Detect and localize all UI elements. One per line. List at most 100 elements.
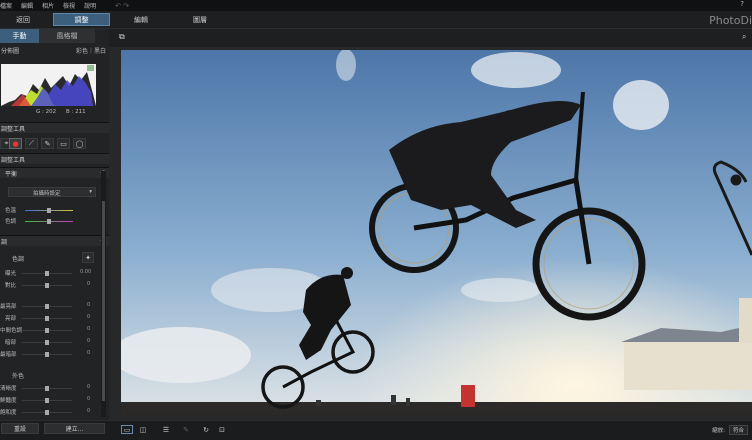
spot-tool-icon[interactable]: ✎ <box>41 138 54 149</box>
clipping-indicator-icon <box>87 65 94 71</box>
zoom-label: 縮放: <box>712 428 725 434</box>
vibrance-slider[interactable] <box>22 398 72 403</box>
vibrance-label: 鮮豔度 <box>0 398 17 404</box>
clarity-value[interactable]: 0 <box>87 384 90 390</box>
zoom-select[interactable]: 符合 <box>728 425 748 435</box>
highlights-value[interactable]: 0 <box>87 302 90 308</box>
tab-presets[interactable]: 風格檔 <box>39 29 95 43</box>
clarity-slider[interactable] <box>22 386 72 391</box>
reset-button[interactable]: 重設 <box>1 423 39 434</box>
vibrance-knob[interactable] <box>45 398 49 403</box>
cloud <box>336 50 356 81</box>
contrast-knob[interactable] <box>45 283 49 288</box>
mode-bar: 返回 調整 編輯 圖層 PhotoDi <box>0 11 752 29</box>
help-icon[interactable]: ? <box>740 0 744 8</box>
histogram-mode[interactable]: 彩色｜黑白 <box>76 46 106 55</box>
tint-slider[interactable] <box>25 219 73 224</box>
highlights-knob[interactable] <box>45 304 49 309</box>
panel-header-label: 調整工具 <box>1 156 26 164</box>
tone-header[interactable]: 調 ↶ <box>0 235 109 246</box>
contrast-slider[interactable] <box>22 283 72 288</box>
fit-frame-icon[interactable]: ⊡ <box>216 425 228 434</box>
blacks-label: 最暗部 <box>0 352 17 358</box>
temp-knob[interactable] <box>47 208 51 213</box>
pen-icon[interactable]: ✎ <box>180 425 192 434</box>
list-view-icon[interactable]: ☰ <box>160 425 172 434</box>
create-preset-button[interactable]: 建立... <box>44 423 105 434</box>
midtones-value[interactable]: 0 <box>87 326 90 332</box>
shadows-value[interactable]: 0 <box>87 338 90 344</box>
cloud <box>613 80 669 130</box>
menu-edit[interactable]: 編輯 <box>21 1 33 10</box>
temp-slider[interactable] <box>25 208 73 213</box>
tab-adjust[interactable]: 調整 <box>53 13 110 26</box>
menu-view[interactable]: 檢視 <box>63 1 75 10</box>
brights-knob[interactable] <box>45 316 49 321</box>
undo-redo-icon[interactable]: ↶ ↷ <box>115 2 129 10</box>
ground <box>121 402 752 415</box>
menu-file[interactable]: 檔案 <box>0 1 12 10</box>
search-icon[interactable]: ⌕ <box>742 32 752 43</box>
tab-layers[interactable]: 圖層 <box>178 13 222 26</box>
tab-edit[interactable]: 編輯 <box>117 13 165 26</box>
blacks-slider[interactable] <box>22 352 72 357</box>
auto-tone-icon[interactable]: ✦ <box>82 252 94 263</box>
gradient-tool-icon[interactable]: ▭ <box>57 138 70 149</box>
clarity-knob[interactable] <box>45 386 49 391</box>
menu-bar: 檔案 編輯 相片 檢視 說明 ↶ ↷ ? <box>0 0 752 11</box>
radial-tool-icon[interactable]: ◯ <box>73 138 86 149</box>
saturation-slider[interactable] <box>22 410 72 415</box>
contrast-value[interactable]: 0 <box>87 281 90 287</box>
midtones-slider[interactable] <box>22 328 72 333</box>
wb-header[interactable]: 平衡 ↶ <box>0 167 109 178</box>
blacks-knob[interactable] <box>45 352 49 357</box>
saturation-label: 飽和度 <box>0 410 17 416</box>
shadows-knob[interactable] <box>45 340 49 345</box>
wb-preset-select[interactable]: 拍攝時設定 ▾ <box>8 187 96 197</box>
contrast-label: 對比 <box>5 283 17 289</box>
menu-help[interactable]: 說明 <box>84 1 96 10</box>
wb-preset-value: 拍攝時設定 <box>33 191 61 197</box>
midtones-knob[interactable] <box>45 328 49 333</box>
single-view-icon[interactable]: ▭ <box>121 425 133 434</box>
saturation-value[interactable]: 0 <box>87 408 90 414</box>
tint-label: 色調 <box>5 219 17 225</box>
tint-knob[interactable] <box>47 219 51 224</box>
vibrance-value[interactable]: 0 <box>87 396 90 402</box>
exposure-value[interactable]: 0.00 <box>80 269 91 275</box>
cloud <box>461 278 541 302</box>
tab-manual[interactable]: 手動 <box>0 29 39 43</box>
brights-slider[interactable] <box>22 316 72 321</box>
shadows-label: 暗部 <box>5 340 17 346</box>
photo-canvas[interactable] <box>121 50 752 415</box>
exposure-knob[interactable] <box>45 271 49 276</box>
saturation-knob[interactable] <box>45 410 49 415</box>
temp-label: 色溫 <box>5 208 17 214</box>
histogram <box>1 64 96 106</box>
brush-tool-icon[interactable]: ⟋ <box>25 138 38 149</box>
exposure-slider[interactable] <box>22 271 72 276</box>
blacks-value[interactable]: 0 <box>87 350 90 356</box>
back-button[interactable]: 返回 <box>1 13 45 26</box>
shadows-slider[interactable] <box>22 340 72 345</box>
before-after-icon[interactable]: ⧉ <box>119 32 132 43</box>
panel-scrollbar[interactable] <box>101 171 106 417</box>
scrollbar-thumb[interactable] <box>102 201 105 401</box>
wb-title: 平衡 <box>5 170 18 178</box>
app-brand: PhotoDi <box>709 14 752 27</box>
histogram-header: 分佈圖 彩色｜黑白 <box>0 45 109 56</box>
tone-title: 調 <box>1 238 8 246</box>
compare-view-icon[interactable]: ◫ <box>137 425 149 434</box>
zoom-control: 縮放: 符合 <box>712 425 748 435</box>
rotate-icon[interactable]: ↻ <box>200 425 212 434</box>
tools-header-label: 調整工具 <box>1 125 26 133</box>
left-panel: 手動 風格檔 分佈圖 彩色｜黑白 G : 202 B : 211 調整工具 ⌖ … <box>0 29 109 420</box>
brights-value[interactable]: 0 <box>87 314 90 320</box>
panel-header: 調整工具 <box>0 153 109 164</box>
midtones-label: 中間色調 <box>0 328 23 334</box>
redeye-tool-icon[interactable]: ● <box>9 138 22 149</box>
exposure-label: 曝光 <box>5 271 17 277</box>
highlights-label: 最亮部 <box>0 304 17 310</box>
highlights-slider[interactable] <box>22 304 72 309</box>
menu-photo[interactable]: 相片 <box>42 1 54 10</box>
